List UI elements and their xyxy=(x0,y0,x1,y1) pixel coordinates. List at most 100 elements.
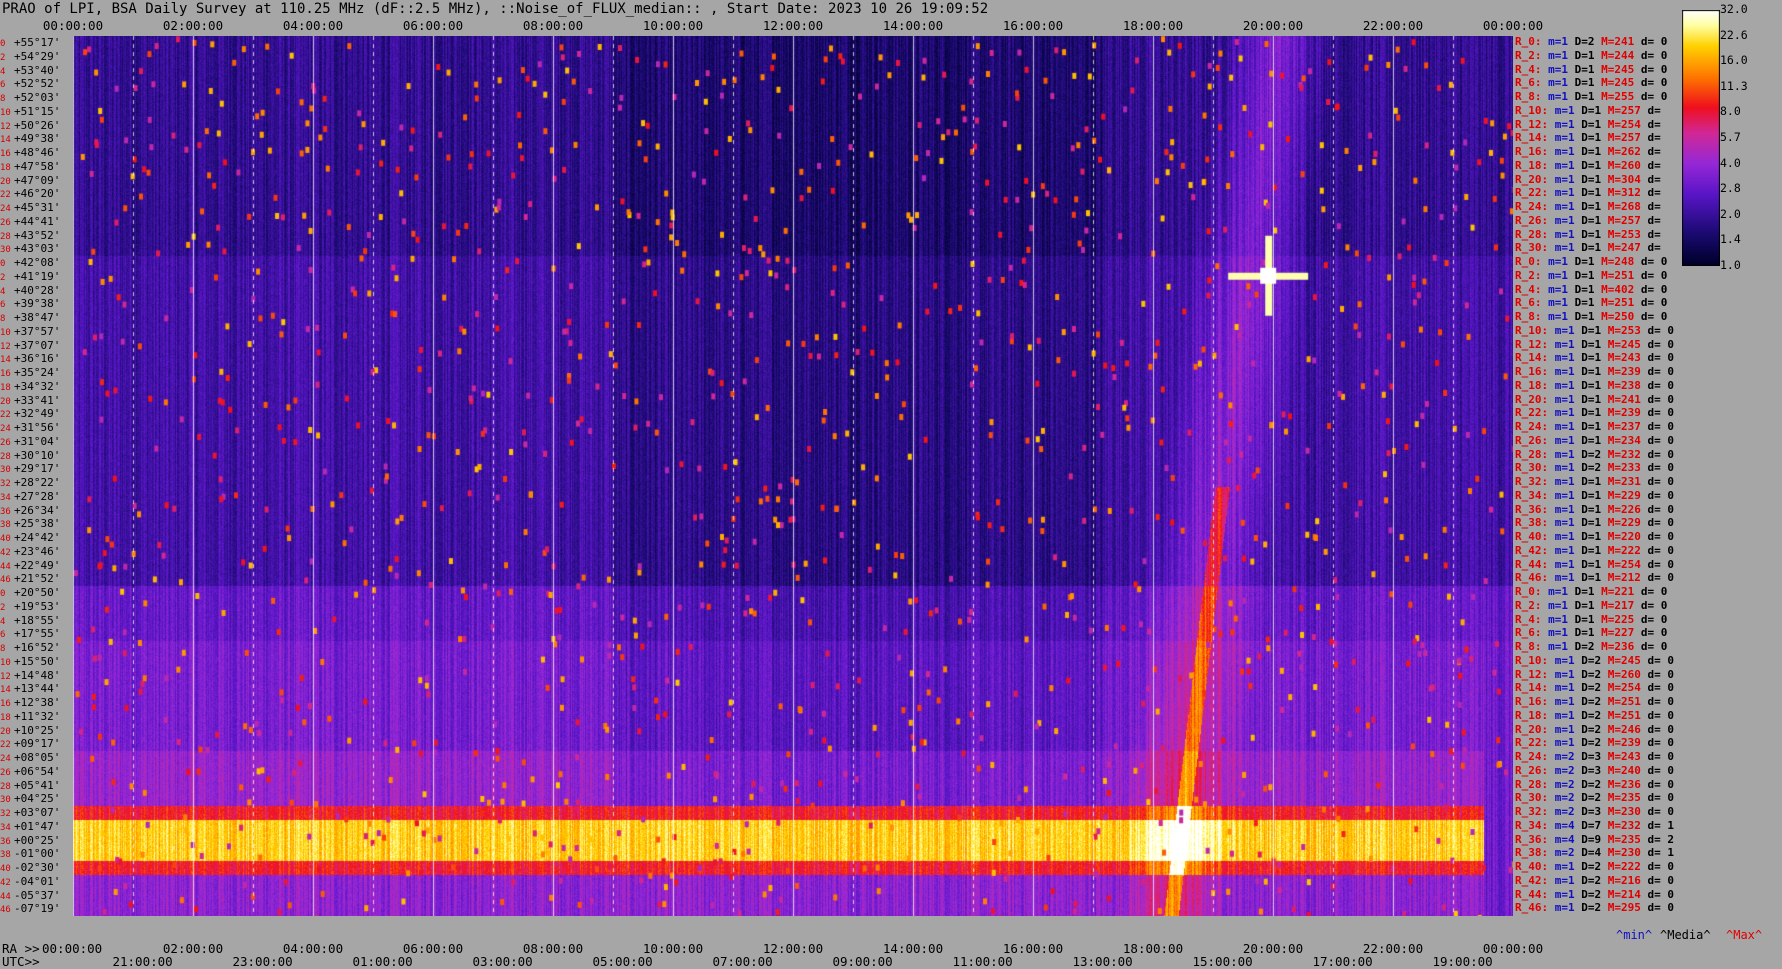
stat-row: R_18: m=1 D=1 M=238 d= 0 xyxy=(1515,378,1674,392)
heatmap-canvas[interactable] xyxy=(73,36,1513,916)
stat-row: R_2: m=1 D=1 M=251 d= 0 xyxy=(1515,268,1668,282)
declination-label: 6 +52°52' xyxy=(0,77,61,91)
declination-label: 42 -04°01' xyxy=(0,874,61,888)
stat-row: R_22: m=1 D=2 M=239 d= 0 xyxy=(1515,736,1674,750)
stat-row: R_14: m=1 D=1 M=257 d= xyxy=(1515,131,1661,145)
colorbar-label: 1.0 xyxy=(1720,258,1741,272)
declination-label: 10 +15°50' xyxy=(0,654,61,668)
declination-label: 26 +06°54' xyxy=(0,764,61,778)
stat-row: R_24: m=2 D=3 M=243 d= 0 xyxy=(1515,750,1674,763)
declination-label: 12 +50°26' xyxy=(0,118,61,132)
declination-label: 10 +51°15' xyxy=(0,104,61,118)
stat-row: R_24: m=1 D=1 M=268 d= xyxy=(1515,200,1661,213)
utc-tick-top: 12:00:00 xyxy=(762,18,824,33)
declination-label: 46 -07°19' xyxy=(0,902,61,916)
declination-label: 6 +39°38' xyxy=(0,297,61,311)
declination-label: 44 +22°49' xyxy=(0,558,61,572)
declination-label: 24 +31°56' xyxy=(0,421,61,434)
colorbar-label: 22.6 xyxy=(1720,27,1748,42)
stat-row: R_26: m=1 D=1 M=234 d= 0 xyxy=(1515,433,1674,447)
declination-label: 12 +37°07' xyxy=(0,338,61,352)
utc-tick-top: 00:00:00 xyxy=(1482,18,1544,33)
stat-row: R_0: m=1 D=1 M=221 d= 0 xyxy=(1515,585,1668,598)
stat-row: R_32: m=1 D=1 M=231 d= 0 xyxy=(1515,475,1674,488)
stat-row: R_14: m=1 D=2 M=254 d= 0 xyxy=(1515,681,1674,695)
declination-label: 40 -02°30' xyxy=(0,861,61,874)
declination-label: 16 +12°38' xyxy=(0,696,61,709)
declination-label: 26 +44°41' xyxy=(0,214,61,228)
stat-row: R_6: m=1 D=1 M=245 d= 0 xyxy=(1515,76,1668,90)
declination-label: 22 +32°49' xyxy=(0,407,61,421)
stat-row: R_12: m=1 D=1 M=254 d= xyxy=(1515,117,1661,131)
declination-label: 14 +36°16' xyxy=(0,352,61,366)
utc-axis-label: UTC>> xyxy=(2,954,40,969)
utc-tick-bottom: 15:00:00 xyxy=(1192,954,1253,969)
stat-row: R_16: m=1 D=2 M=251 d= 0 xyxy=(1515,695,1674,708)
stat-row: R_10: m=1 D=1 M=253 d= 0 xyxy=(1515,323,1674,337)
stat-row: R_42: m=1 D=2 M=216 d= 0 xyxy=(1515,873,1674,887)
utc-tick-top: 16:00:00 xyxy=(1002,18,1064,33)
declination-label: 14 +49°38' xyxy=(0,132,61,146)
stat-row: R_28: m=2 D=2 M=236 d= 0 xyxy=(1515,777,1674,791)
stat-row: R_42: m=1 D=1 M=222 d= 0 xyxy=(1515,543,1674,557)
declination-label: 18 +47°58' xyxy=(0,159,61,173)
utc-tick-top: 14:00:00 xyxy=(882,18,944,33)
stat-row: R_4: m=1 D=1 M=225 d= 0 xyxy=(1515,612,1668,626)
declination-label: 44 -05°37' xyxy=(0,888,61,902)
utc-tick-bottom: 11:00:00 xyxy=(952,954,1013,969)
ra-tick: 00:00:00 xyxy=(42,941,103,956)
stat-row: R_22: m=1 D=1 M=239 d= 0 xyxy=(1515,406,1674,420)
stat-row: R_44: m=1 D=1 M=254 d= 0 xyxy=(1515,557,1674,571)
declination-label: 4 +40°28' xyxy=(0,283,61,297)
stat-row: R_18: m=1 D=1 M=260 d= xyxy=(1515,158,1661,172)
colorbar-label: 4.0 xyxy=(1720,155,1741,170)
declination-label: 16 +48°46' xyxy=(0,146,61,159)
stat-row: R_24: m=1 D=1 M=237 d= 0 xyxy=(1515,420,1674,433)
utc-tick-top: 10:00:00 xyxy=(642,18,704,33)
utc-tick-bottom: 01:00:00 xyxy=(352,954,413,969)
declination-label: 0 +55°17' xyxy=(0,36,61,49)
stat-row: R_26: m=2 D=3 M=240 d= 0 xyxy=(1515,763,1674,777)
utc-tick-bottom: 05:00:00 xyxy=(592,954,653,969)
declination-label: 28 +30°10' xyxy=(0,448,61,462)
utc-tick-top: 02:00:00 xyxy=(162,18,224,33)
declination-label: 34 +01°47' xyxy=(0,819,61,833)
declination-label: 22 +09°17' xyxy=(0,737,61,751)
stat-row: R_8: m=1 D=2 M=236 d= 0 xyxy=(1515,640,1668,653)
stat-row: R_30: m=1 D=1 M=247 d= xyxy=(1515,241,1661,255)
declination-label: 8 +38°47' xyxy=(0,311,61,324)
stat-row: R_18: m=1 D=2 M=251 d= 0 xyxy=(1515,708,1674,722)
declination-label: 40 +24°42' xyxy=(0,531,61,544)
utc-tick-bottom: 23:00:00 xyxy=(232,954,293,969)
stat-row: R_0: m=1 D=1 M=248 d= 0 xyxy=(1515,255,1668,268)
utc-tick-bottom: 09:00:00 xyxy=(832,954,893,969)
declination-label: 32 +28°22' xyxy=(0,476,61,489)
utc-tick-top: 00:00:00 xyxy=(42,18,104,33)
declination-label: 30 +04°25' xyxy=(0,792,61,806)
legend-min: ^min^ xyxy=(1616,928,1653,942)
stat-row: R_4: m=1 D=1 M=402 d= 0 xyxy=(1515,282,1668,296)
declination-label: 6 +17°55' xyxy=(0,627,61,641)
stat-row: R_10: m=1 D=2 M=245 d= 0 xyxy=(1515,653,1674,667)
declination-label: 32 +03°07' xyxy=(0,806,61,819)
declination-label: 14 +13°44' xyxy=(0,682,61,696)
utc-tick-bottom: 19:00:00 xyxy=(1432,954,1493,969)
stat-row: R_38: m=1 D=1 M=229 d= 0 xyxy=(1515,516,1674,530)
declination-label: 24 +08°05' xyxy=(0,751,61,764)
declination-label: 22 +46°20' xyxy=(0,187,61,201)
declination-label: 8 +16°52' xyxy=(0,641,61,654)
declination-label: 12 +14°48' xyxy=(0,668,61,682)
utc-tick-top: 06:00:00 xyxy=(402,18,464,33)
colorbar-label: 1.4 xyxy=(1720,232,1741,247)
colorbar xyxy=(1682,10,1720,266)
stat-row: R_14: m=1 D=1 M=243 d= 0 xyxy=(1515,351,1674,365)
stat-row: R_38: m=2 D=4 M=230 d= 1 xyxy=(1515,846,1674,860)
stat-row: R_6: m=1 D=1 M=227 d= 0 xyxy=(1515,626,1668,640)
declination-label: 30 +29°17' xyxy=(0,462,61,476)
stat-row: R_22: m=1 D=1 M=312 d= xyxy=(1515,186,1661,200)
stat-row: R_20: m=1 D=1 M=304 d= xyxy=(1515,172,1661,186)
utc-tick-top: 04:00:00 xyxy=(282,18,344,33)
colorbar-label: 8.0 xyxy=(1720,104,1741,119)
colorbar-label: 2.8 xyxy=(1720,181,1741,196)
stat-row: R_8: m=1 D=1 M=250 d= 0 xyxy=(1515,310,1668,323)
